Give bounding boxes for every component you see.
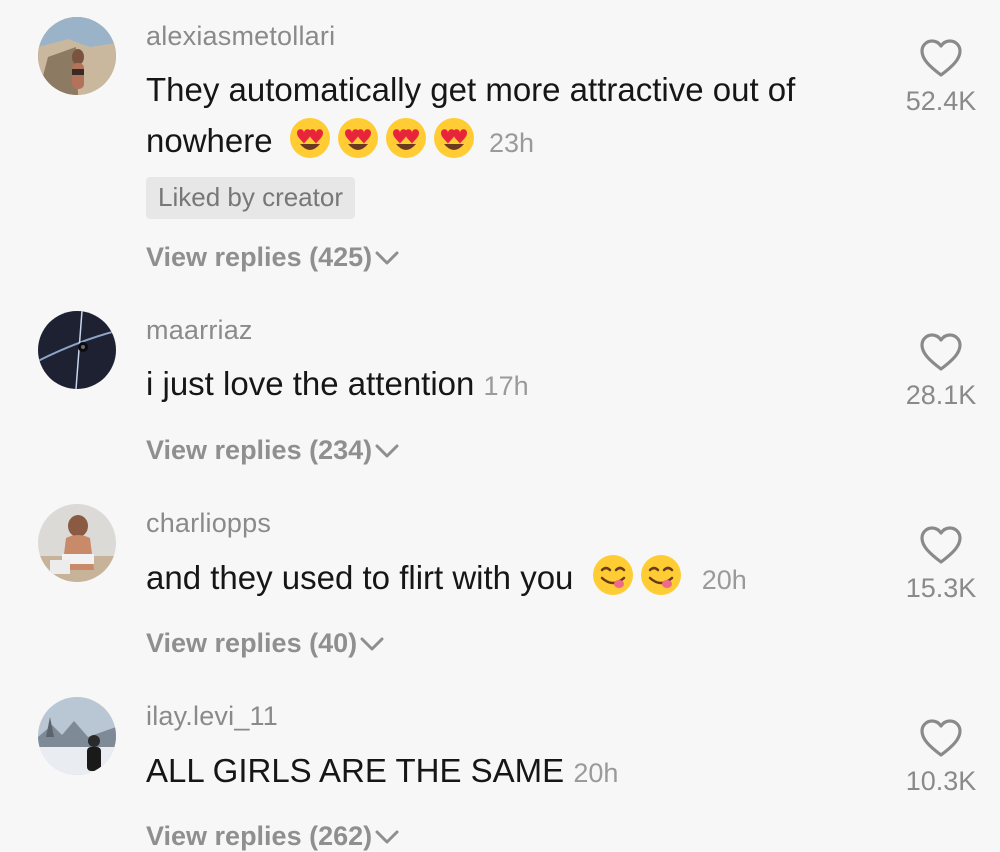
like-count: 10.3K [905, 766, 977, 796]
heart-outline-icon [920, 333, 962, 371]
avatar[interactable] [38, 504, 116, 582]
chevron-down-icon [359, 635, 385, 653]
heart-outline-icon [920, 39, 962, 77]
view-replies-button[interactable]: View replies (234) [146, 435, 400, 466]
like-button[interactable]: 28.1K [891, 332, 991, 411]
view-replies-button[interactable]: View replies (40) [146, 628, 385, 659]
comment-text: ALL GIRLS ARE THE SAME 20h [146, 745, 866, 799]
comment-item: alexiasmetollari They automatically get … [0, 0, 1000, 290]
username[interactable]: ilay.levi_11 [146, 701, 278, 732]
liked-by-creator-badge: Liked by creator [146, 177, 355, 219]
comment-text-line: nowhere [146, 122, 273, 159]
view-replies-label: View replies (262) [146, 821, 373, 851]
like-count: 15.3K [905, 573, 977, 603]
like-button[interactable]: 10.3K [891, 718, 991, 797]
comment-text-line: ALL GIRLS ARE THE SAME [146, 752, 565, 789]
comment-timestamp: 23h [488, 128, 534, 158]
heart-eyes-emoji-icon [384, 116, 428, 160]
heart-eyes-emoji-icon [432, 116, 476, 160]
avatar[interactable] [38, 311, 116, 389]
username[interactable]: maarriaz [146, 315, 253, 346]
view-replies-label: View replies (425) [146, 242, 373, 272]
chevron-down-icon [374, 828, 400, 846]
heart-eyes-emoji-icon [336, 116, 380, 160]
like-count: 28.1K [905, 380, 977, 410]
avatar[interactable] [38, 697, 116, 775]
comment-text-line: and they used to flirt with you [146, 559, 574, 596]
view-replies-label: View replies (234) [146, 435, 373, 465]
comment-text-line: i just love the attention [146, 365, 475, 402]
comment-timestamp: 17h [483, 371, 529, 401]
comment-timestamp: 20h [701, 565, 747, 595]
view-replies-label: View replies (40) [146, 628, 358, 658]
like-button[interactable]: 52.4K [891, 38, 991, 117]
heart-outline-icon [920, 526, 962, 564]
comment-text: and they used to flirt with you 20h [146, 552, 866, 606]
like-count: 52.4K [905, 86, 977, 116]
avatar[interactable] [38, 17, 116, 95]
comment-text-line: They automatically get more attractive o… [146, 71, 796, 108]
heart-outline-icon [920, 719, 962, 757]
view-replies-button[interactable]: View replies (262) [146, 821, 400, 852]
comment-timestamp: 20h [573, 758, 619, 788]
like-button[interactable]: 15.3K [891, 525, 991, 604]
chevron-down-icon [374, 249, 400, 267]
yum-emoji-icon [639, 553, 683, 597]
view-replies-button[interactable]: View replies (425) [146, 242, 400, 273]
chevron-down-icon [374, 442, 400, 460]
username[interactable]: alexiasmetollari [146, 21, 335, 52]
yum-emoji-icon [591, 553, 635, 597]
heart-eyes-emoji-icon [288, 116, 332, 160]
comment-text: They automatically get more attractive o… [146, 64, 866, 169]
comment-text: i just love the attention 17h [146, 358, 866, 412]
username[interactable]: charliopps [146, 508, 271, 539]
